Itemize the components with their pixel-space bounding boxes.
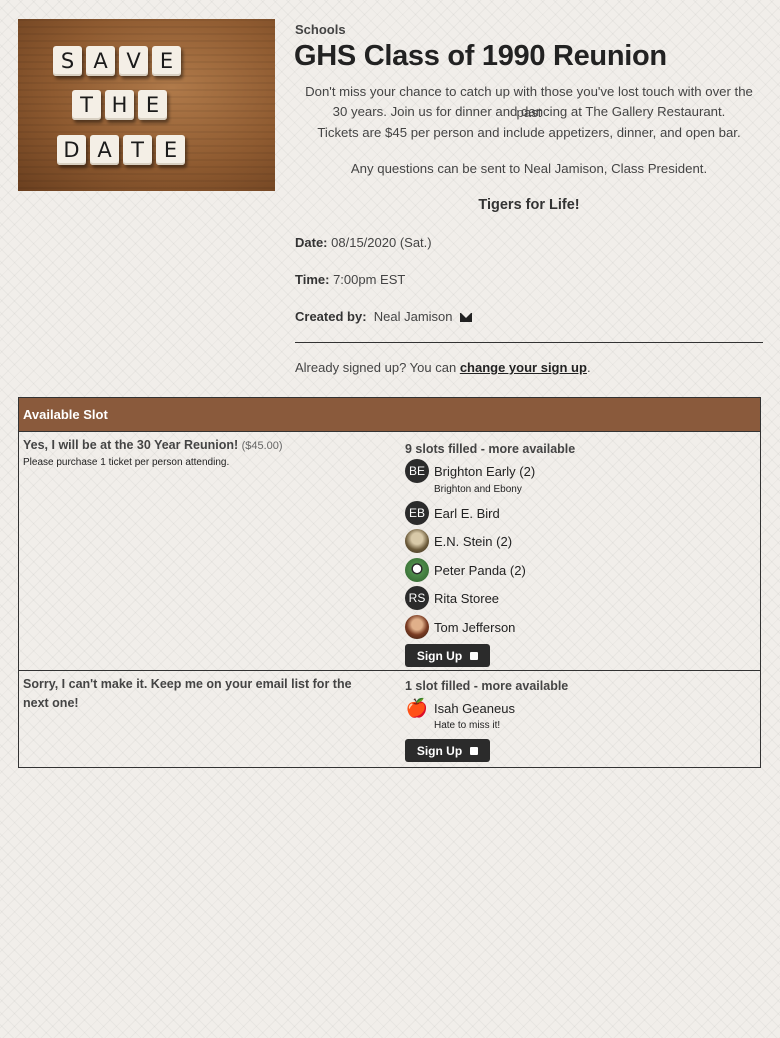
description-line: Tickets are $45 per person and include a… — [317, 125, 741, 140]
event-creator: Created by: Neal Jamison — [295, 309, 473, 324]
participant-name: Earl E. Bird — [434, 505, 500, 521]
letter-tile: D — [57, 135, 86, 165]
checkbox-icon — [470, 746, 479, 755]
letter-tile: E — [156, 135, 185, 165]
date-label: Date: — [295, 235, 328, 250]
participant-name: Isah Geaneus — [434, 700, 515, 716]
event-date: Date: 08/15/2020 (Sat.) — [295, 235, 432, 250]
avatar: RS — [405, 586, 429, 610]
avatar — [405, 615, 429, 639]
slots-filled: 1 slot filled - more available — [405, 679, 569, 693]
letter-tile: A — [86, 46, 115, 76]
date-value: 08/15/2020 (Sat.) — [331, 235, 432, 250]
letter-tile: T — [123, 135, 152, 165]
letter-tile: V — [119, 46, 148, 76]
change-signup-link[interactable]: change your sign up — [460, 360, 587, 375]
tile-row-save: S A V E — [53, 46, 181, 76]
signup-button[interactable]: Sign Up — [405, 644, 490, 667]
letter-tile: T — [72, 90, 101, 120]
participant-name: Rita Storee — [434, 590, 500, 606]
participant-note: Brighton and Ebony — [434, 484, 522, 495]
participant-name: Brighton Early (2) — [434, 463, 536, 479]
table-header: Available Slot — [19, 398, 760, 432]
divider — [295, 342, 763, 343]
signup-button-label: Sign Up — [416, 743, 463, 758]
questions-text: Any questions can be sent to Neal Jamiso… — [350, 161, 708, 176]
participant-note: Hate to miss it! — [434, 720, 501, 731]
avatar — [405, 558, 429, 582]
avatar: EB — [405, 501, 429, 525]
apple-icon: 🍎 — [405, 697, 429, 718]
participant: BE Brighton Early (2) — [405, 459, 535, 483]
letter-tile: S — [53, 46, 82, 76]
slot-title-line: Sorry, I can't make it. Keep me on your … — [23, 677, 352, 691]
letter-tile: H — [105, 90, 134, 120]
slot-title-text: Yes, I will be at the 30 Year Reunion! — [23, 438, 239, 452]
time-label: Time: — [295, 272, 330, 287]
participant: Tom Jefferson — [405, 615, 515, 639]
participant-name: Peter Panda (2) — [434, 562, 526, 578]
motto-text: Tigers for Life! — [478, 197, 580, 213]
tile-row-date: D A T E — [57, 135, 185, 165]
description-line: 30 years. Join us for dinner and dancing… — [332, 104, 726, 119]
already-text: Already signed up? You can — [295, 360, 460, 375]
participant: 🍎 Isah Geaneus — [405, 696, 515, 720]
already-end: . — [586, 360, 591, 375]
participant-name: E.N. Stein (2) — [434, 533, 513, 549]
signup-table: Available Slot Yes, I will be at the 30 … — [18, 397, 761, 768]
time-value: 7:00pm EST — [333, 272, 406, 287]
slot-price: ($45.00) — [241, 440, 283, 452]
participant: E.N. Stein (2) — [405, 529, 512, 553]
slot-title: Sorry, I can't make it. Keep me on your … — [23, 675, 373, 713]
signup-button-label: Sign Up — [416, 648, 463, 663]
signup-button[interactable]: Sign Up — [405, 739, 490, 762]
slot-note: Please purchase 1 ticket per person atte… — [23, 457, 230, 468]
email-icon[interactable] — [460, 313, 473, 322]
avatar — [405, 529, 429, 553]
page-title: GHS Class of 1990 Reunion — [294, 40, 667, 72]
avatar: BE — [405, 459, 429, 483]
letter-tile: A — [90, 135, 119, 165]
letter-tile: E — [152, 46, 181, 76]
participant-name: Tom Jefferson — [434, 619, 516, 635]
category-label: Schools — [295, 22, 346, 37]
slot-title-line: next one! — [23, 696, 79, 710]
slots-filled: 9 slots filled - more available — [405, 442, 576, 456]
created-label: Created by: — [295, 309, 367, 324]
event-time: Time: 7:00pm EST — [295, 272, 405, 287]
already-signed-up: Already signed up? You can change your s… — [295, 360, 591, 375]
checkbox-icon — [470, 651, 479, 660]
participant: RS Rita Storee — [405, 586, 499, 610]
participant: Peter Panda (2) — [405, 558, 526, 582]
participant: EB Earl E. Bird — [405, 501, 500, 525]
slot-title: Yes, I will be at the 30 Year Reunion! (… — [23, 436, 373, 456]
letter-tile: E — [138, 90, 167, 120]
tile-row-the: T H E — [72, 90, 167, 120]
creator-name: Neal Jamison — [373, 309, 453, 324]
save-the-date-image: S A V E T H E D A T E — [18, 19, 275, 191]
row-divider — [19, 670, 760, 671]
